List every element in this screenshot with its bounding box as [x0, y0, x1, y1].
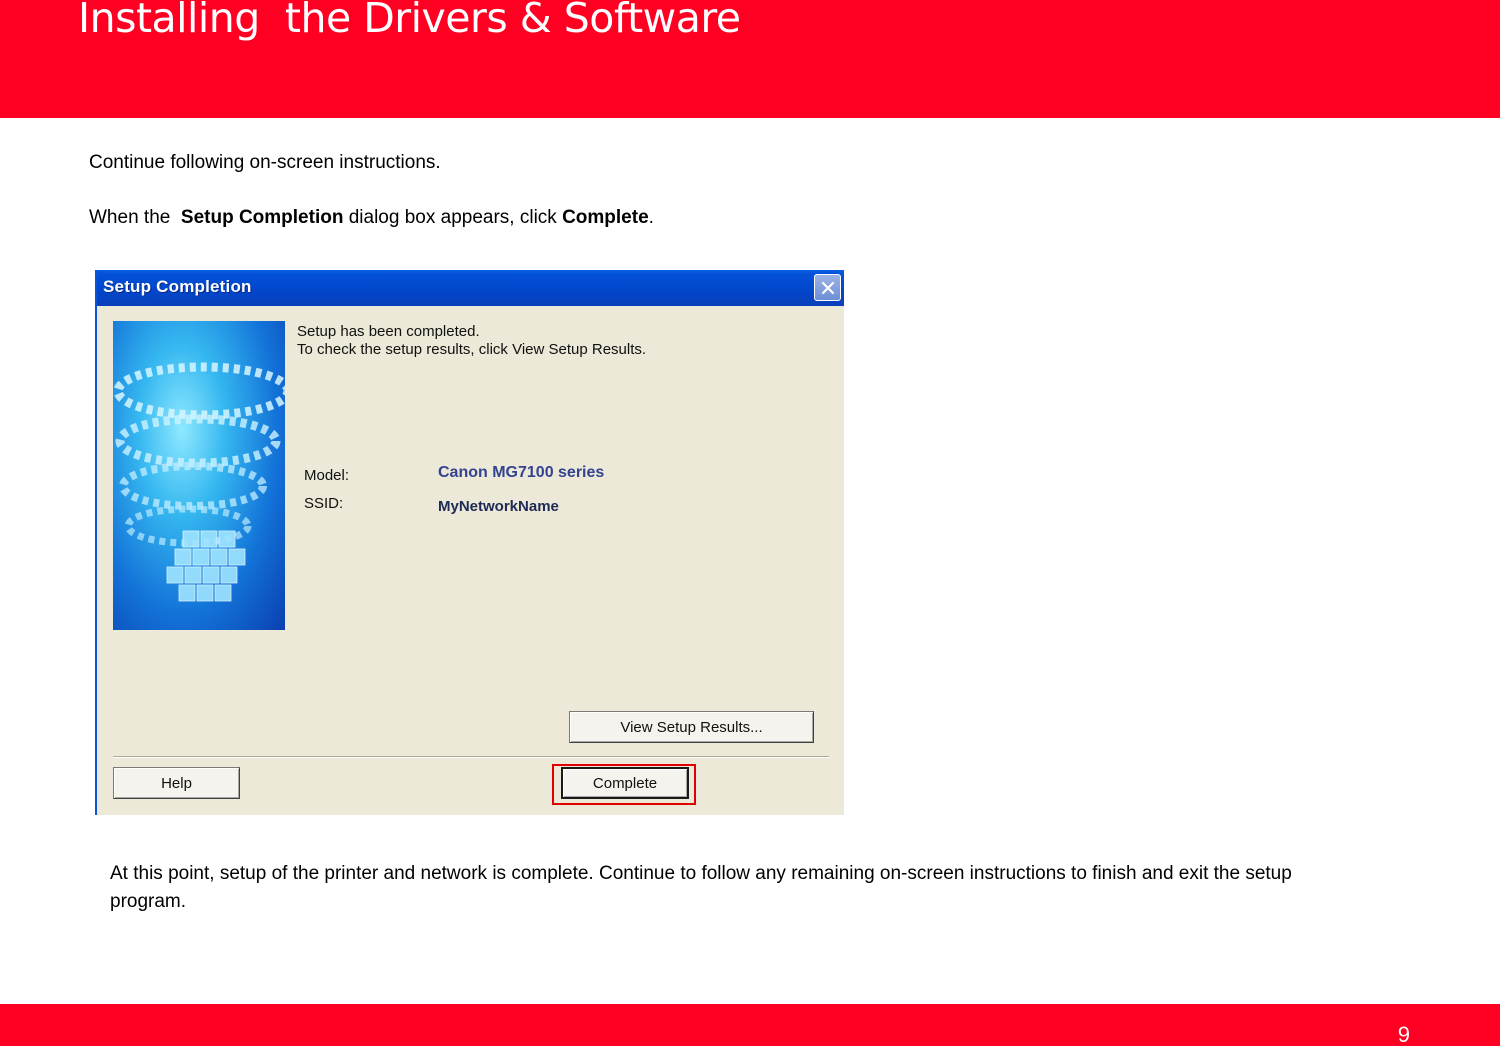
- page-footer: 9: [0, 1004, 1500, 1047]
- completion-message: Setup has been completed.: [297, 323, 480, 340]
- dialog-separator: [113, 756, 829, 758]
- page-title: Installing the Drivers & Software: [78, 0, 741, 42]
- model-label: Model:: [304, 467, 350, 484]
- close-icon: [821, 281, 834, 294]
- instruction-button-name: Complete: [562, 207, 649, 228]
- ssid-label: SSID:: [304, 495, 344, 512]
- setup-completion-dialog: Setup Completion Setup has been complete…: [95, 270, 844, 815]
- complete-button[interactable]: Complete: [561, 767, 689, 799]
- instruction-text: dialog box appears, click: [343, 207, 563, 228]
- help-button[interactable]: Help: [113, 767, 240, 799]
- instruction-line-2: When the Setup Completion dialog box app…: [89, 207, 654, 229]
- closing-paragraph: At this point, setup of the printer and …: [110, 863, 1292, 912]
- dialog-titlebar[interactable]: Setup Completion: [97, 270, 844, 306]
- dialog-title: Setup Completion: [103, 277, 252, 296]
- model-value: Canon MG7100 series: [438, 464, 605, 481]
- instruction-line-1: Continue following on-screen instruction…: [89, 152, 441, 173]
- setup-graphic: [113, 321, 285, 630]
- results-instruction: To check the setup results, click View S…: [297, 341, 647, 358]
- instruction-text: .: [648, 207, 654, 228]
- instruction-text: When the: [89, 207, 181, 228]
- page-header: Installing the Drivers & Software: [0, 0, 1500, 118]
- ssid-value: MyNetworkName: [438, 498, 559, 515]
- close-button[interactable]: [814, 274, 841, 301]
- view-setup-results-button[interactable]: View Setup Results...: [569, 711, 814, 743]
- page-number: 9: [1397, 1022, 1410, 1047]
- instruction-dialog-name: Setup Completion: [180, 207, 344, 228]
